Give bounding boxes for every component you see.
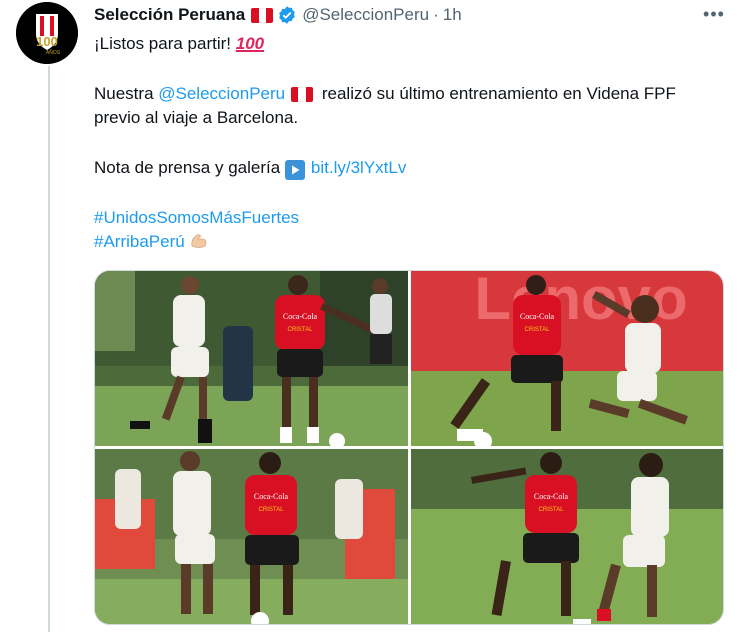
media-grid: Coca-Cola CRISTAL Lenovo Coca-Cola CRIST… [94,270,724,625]
tweet-paragraph-3: Nota de prensa y galería bit.ly/3lYxtLv [94,156,724,180]
peru-flag-icon [251,7,274,23]
more-options-icon[interactable]: ••• [700,2,728,26]
play-button-icon [284,160,305,180]
hashtag-link-1[interactable]: #UnidosSomosMásFuertes [94,208,299,227]
thread-line [48,66,50,632]
sponsor-text: Coca-Cola [283,312,318,321]
photo-1[interactable]: Coca-Cola CRISTAL [95,271,408,446]
tweet-paragraph-2: Nuestra @SeleccionPeru realizó su último… [94,82,724,130]
p2-suffix-a: realizó su último entrenamiento en Viden… [317,84,676,103]
intro-text: ¡Listos para partir! [94,34,231,53]
photo-3[interactable]: Coca-Cola CRISTAL [95,449,408,624]
author-name[interactable]: Selección Peruana [94,5,245,25]
press-link[interactable]: bit.ly/3lYxtLv [311,158,406,177]
author-handle[interactable]: @SeleccionPeru [302,5,429,25]
sponsor-text-2: Coca-Cola [520,312,555,321]
mention-link[interactable]: @SeleccionPeru [158,84,285,103]
avatar[interactable]: 100 AÑOS [16,2,78,64]
photo-4[interactable]: Coca-Cola CRISTAL [411,449,723,624]
tweet-text: ¡Listos para partir! 100 Nuestra @Selecc… [94,32,724,254]
avatar-subtext: AÑOS [46,49,61,56]
sponsor2-text-2: CRISTAL [525,327,551,333]
separator-dot: · [433,5,439,24]
avatar-number: 100 [36,34,58,49]
tweet-line-1: ¡Listos para partir! 100 [94,32,724,56]
sponsor-text-4: Coca-Cola [534,492,569,501]
sponsor2-text-4: CRISTAL [539,507,565,513]
sponsor2-text-3: CRISTAL [259,507,285,513]
flexed-biceps-icon [191,234,207,248]
peru-flag-icon [291,87,314,103]
p2-prefix: Nuestra [94,84,159,103]
p2-suffix-b: previo al viaje a Barcelona. [94,108,299,127]
sponsor2-text: CRISTAL [288,327,314,333]
tweet: 100 AÑOS Selección Peruana @SeleccionPer… [0,0,740,632]
p3-prefix: Nota de prensa y galería [94,158,285,177]
hashtag-link-2[interactable]: #ArribaPerú [94,232,185,251]
tweet-header: Selección Peruana @SeleccionPeru · 1h [94,4,462,26]
photo-2[interactable]: Lenovo Coca-Cola CRISTAL [411,271,723,446]
hundred-points-icon: 100 [235,34,265,53]
timestamp[interactable]: 1h [443,5,462,25]
sponsor-text-3: Coca-Cola [254,492,289,501]
verified-badge-icon [279,6,296,24]
hashtags: #UnidosSomosMásFuertes #ArribaPerú [94,206,724,254]
